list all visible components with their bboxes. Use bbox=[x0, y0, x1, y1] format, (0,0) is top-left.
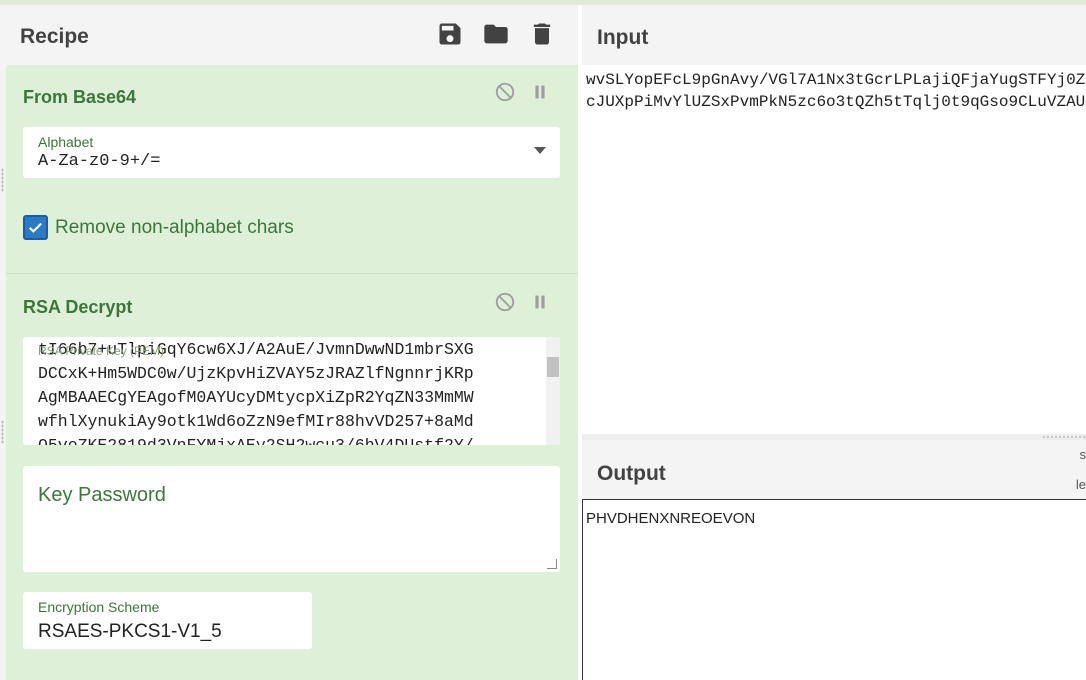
alphabet-value: A-Za-z0-9+/= bbox=[38, 152, 161, 171]
recipe-header: Recipe bbox=[0, 5, 578, 65]
operation-title: From Base64 bbox=[23, 87, 137, 107]
alphabet-label: Alphabet bbox=[38, 134, 94, 150]
private-key-textarea[interactable]: tI66b7+uTlpiGqY6cw6XJ/A2AuE/JvmnDwwND1mb… bbox=[23, 337, 560, 445]
pause-icon[interactable] bbox=[529, 291, 551, 313]
checkbox[interactable] bbox=[23, 215, 48, 240]
recipe-panel: Recipe From Base64 Alphabet A-Za-z0-9+/= bbox=[0, 5, 578, 680]
save-icon[interactable] bbox=[436, 20, 464, 48]
resize-handle-icon[interactable] bbox=[547, 559, 557, 569]
output-textarea[interactable]: PHVDHENXNREOEVON bbox=[582, 499, 1086, 680]
pause-icon[interactable] bbox=[529, 81, 551, 103]
private-key-label: RSA Private Key (PEM) bbox=[38, 344, 165, 358]
chevron-down-icon[interactable] bbox=[534, 147, 546, 154]
alphabet-select[interactable]: Alphabet A-Za-z0-9+/= bbox=[23, 127, 560, 178]
input-line: wvSLYopEFcL9pGnAvy/VGl7A1Nx3tGcrLPLajiQF… bbox=[586, 71, 1086, 89]
output-stat-top: s bbox=[1079, 447, 1086, 462]
checkbox-label: Remove non-alphabet chars bbox=[55, 217, 294, 238]
operation-title: RSA Decrypt bbox=[23, 297, 133, 317]
disable-icon[interactable] bbox=[494, 81, 516, 103]
resize-gutter[interactable] bbox=[1, 420, 4, 444]
trash-icon[interactable] bbox=[528, 20, 556, 48]
output-title: Output bbox=[597, 462, 666, 485]
operation-from-base64[interactable]: From Base64 Alphabet A-Za-z0-9+/= Remove… bbox=[6, 65, 578, 274]
output-header: Output s le bbox=[582, 440, 1086, 499]
output-panel: Output s le PHVDHENXNREOEVON bbox=[582, 440, 1086, 680]
key-line: wfhlXynukiAy9otk1Wd6oZzN9efMIr88hvVD257+… bbox=[38, 412, 474, 431]
folder-icon[interactable] bbox=[482, 20, 510, 48]
key-line: DCCxK+Hm5WDC0w/UjzKpvHiZVAY5zJRAZlfNgnnr… bbox=[38, 364, 474, 383]
disable-icon[interactable] bbox=[494, 291, 516, 313]
key-line: O5voZKE2819d3VnFYMjxAEy2SH2wcu3/6hV4DUst… bbox=[38, 434, 474, 445]
key-password-field[interactable]: Key Password bbox=[23, 466, 560, 572]
input-line: cJUXpPiMvYlUZSxPvmPkN5zc6o3tQZh5tTqlj0t9… bbox=[586, 93, 1086, 111]
recipe-title: Recipe bbox=[20, 25, 89, 48]
input-title: Input bbox=[597, 26, 649, 49]
operation-rsa-decrypt[interactable]: RSA Decrypt tI66b7+uTlpiGqY6cw6XJ/A2AuE/… bbox=[6, 275, 578, 680]
input-header: Input bbox=[582, 5, 1086, 65]
encryption-scheme-value: RSAES-PKCS1-V1_5 bbox=[38, 621, 222, 642]
key-password-label: Key Password bbox=[38, 484, 166, 506]
input-panel: Input wvSLYopEFcL9pGnAvy/VGl7A1Nx3tGcrLP… bbox=[582, 5, 1086, 434]
output-stat-bottom: le bbox=[1075, 477, 1086, 492]
resize-gutter[interactable] bbox=[1, 168, 4, 192]
encryption-scheme-select[interactable]: Encryption Scheme RSAES-PKCS1-V1_5 bbox=[23, 592, 312, 649]
key-line: AgMBAAECgYEAgofM0AYUcyDMtycpXiZpR2YqZN33… bbox=[38, 388, 474, 407]
input-textarea[interactable]: wvSLYopEFcL9pGnAvy/VGl7A1Nx3tGcrLPLajiQF… bbox=[586, 69, 1085, 113]
drag-handle-icon[interactable] bbox=[1042, 435, 1086, 439]
check-icon bbox=[29, 222, 42, 233]
scrollbar[interactable] bbox=[546, 337, 560, 445]
recipe-operations: From Base64 Alphabet A-Za-z0-9+/= Remove… bbox=[6, 65, 578, 680]
output-text: PHVDHENXNREOEVON bbox=[586, 510, 756, 527]
scrollbar-thumb[interactable] bbox=[547, 357, 559, 377]
encryption-scheme-label: Encryption Scheme bbox=[38, 599, 160, 615]
